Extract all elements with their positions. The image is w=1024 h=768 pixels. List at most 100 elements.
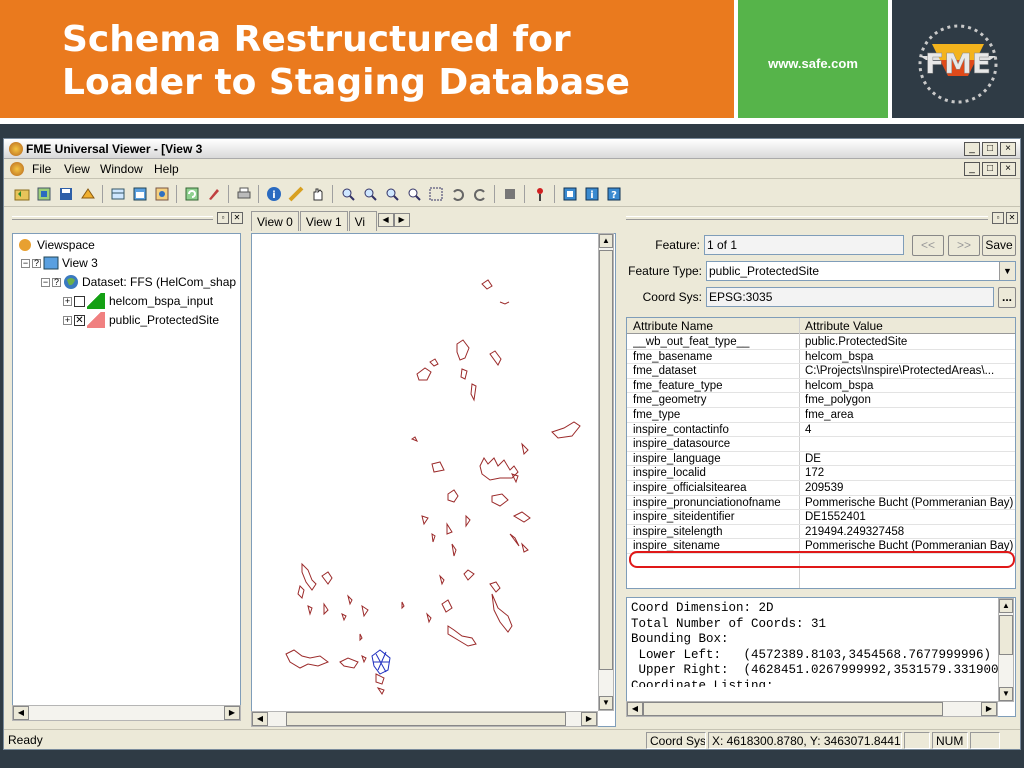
menu-file[interactable]: File [32, 162, 51, 176]
panel-grip[interactable] [626, 216, 988, 220]
column-header-name[interactable]: Attribute Name [633, 319, 713, 333]
map-canvas[interactable] [251, 233, 616, 727]
tab-scroll-right[interactable]: ▶ [393, 213, 410, 227]
zoom-box-icon[interactable] [382, 184, 402, 204]
measure-icon[interactable] [286, 184, 306, 204]
menu-app-icon[interactable] [10, 162, 24, 176]
doc-restore-button[interactable]: □ [982, 162, 998, 176]
maximize-button[interactable]: □ [982, 142, 998, 156]
menu-window[interactable]: Window [100, 162, 143, 176]
table-row[interactable]: fme_geometry fme_polygon [627, 393, 1015, 408]
tree-item-layer-protectedsite[interactable]: + ✕ public_ProtectedSite [63, 312, 219, 328]
redo-icon[interactable] [470, 184, 490, 204]
tab-view0[interactable]: View 0 [251, 211, 299, 231]
tree-item-viewspace[interactable]: Viewspace [17, 238, 95, 252]
tree-item-dataset[interactable]: − ? Dataset: FFS (HelCom_shap [41, 274, 236, 290]
table-row[interactable]: __wb_out_feat_type__ public.ProtectedSite [627, 335, 1015, 350]
column-header-value[interactable]: Attribute Value [805, 319, 883, 333]
scroll-up-arrow[interactable]: ▲ [999, 599, 1013, 613]
properties-icon[interactable] [152, 184, 172, 204]
table-row[interactable]: fme_basename helcom_bspa [627, 350, 1015, 365]
about-icon[interactable]: i [582, 184, 602, 204]
save-button[interactable]: Save [982, 235, 1016, 256]
refresh-icon[interactable] [182, 184, 202, 204]
brush-icon[interactable] [204, 184, 224, 204]
scroll-up-arrow[interactable]: ▲ [599, 234, 613, 248]
map-features[interactable] [252, 234, 597, 704]
tab-view1[interactable]: View 1 [299, 211, 348, 231]
panel-restore-button[interactable]: ▫ [217, 212, 229, 224]
layer-checkbox-checked[interactable]: ✕ [74, 314, 85, 326]
table-row[interactable]: inspire_siteidentifier DE1552401 [627, 510, 1015, 525]
tab-scroll-left[interactable]: ◀ [377, 213, 394, 227]
zoom-in-icon[interactable] [338, 184, 358, 204]
tree-item-layer-helcom[interactable]: + helcom_bspa_input [63, 293, 213, 309]
map-hscrollbar[interactable]: ◀ ▶ [251, 711, 598, 727]
zoom-extents-icon[interactable] [426, 184, 446, 204]
menu-view[interactable]: View [64, 162, 90, 176]
zoom-out-icon[interactable] [360, 184, 380, 204]
expand-icon[interactable]: + [63, 296, 72, 306]
scroll-down-arrow[interactable]: ▼ [599, 696, 613, 710]
panel-close-button[interactable]: ✕ [231, 212, 243, 224]
table-row[interactable]: inspire_localid 172 [627, 466, 1015, 481]
scroll-right-arrow[interactable]: ▶ [581, 712, 597, 726]
table-row[interactable]: fme_type fme_area [627, 408, 1015, 423]
close-button[interactable]: × [1000, 142, 1016, 156]
collapse-icon[interactable]: − [41, 277, 50, 287]
print-icon[interactable] [234, 184, 254, 204]
feature-type-select[interactable]: public_ProtectedSite ▼ [706, 261, 1016, 281]
scroll-left-arrow[interactable]: ◀ [13, 706, 29, 720]
table-icon[interactable] [108, 184, 128, 204]
checkbox-icon[interactable]: ? [32, 258, 41, 268]
scroll-left-arrow[interactable]: ◀ [252, 712, 268, 726]
scroll-right-arrow[interactable]: ▶ [224, 706, 240, 720]
export-icon[interactable] [78, 184, 98, 204]
scroll-right-arrow[interactable]: ▶ [981, 702, 997, 716]
collapse-icon[interactable]: − [21, 258, 30, 268]
tab-view3[interactable]: Vi [348, 211, 377, 231]
undo-icon[interactable] [448, 184, 468, 204]
settings-icon[interactable] [560, 184, 580, 204]
info-hscroll-thumb[interactable] [643, 702, 943, 716]
map-vscrollbar[interactable]: ▲ ▼ [598, 233, 614, 711]
pin-icon[interactable] [530, 184, 550, 204]
pan-hand-icon[interactable] [308, 184, 328, 204]
add-dataset-icon[interactable] [34, 184, 54, 204]
table-row[interactable]: inspire_datasource [627, 437, 1015, 452]
scroll-left-arrow[interactable]: ◀ [627, 702, 643, 716]
panel-grip[interactable] [12, 216, 213, 220]
map-hscroll-thumb[interactable] [286, 712, 566, 726]
table-row[interactable]: fme_dataset C:\Projects\Inspire\Protected… [627, 364, 1015, 379]
help-icon[interactable]: ? [604, 184, 624, 204]
info-hscrollbar[interactable]: ◀ ▶ [626, 701, 998, 717]
table-row[interactable]: inspire_pronunciationofname Pommerische B… [627, 496, 1015, 511]
zoom-select-icon[interactable] [404, 184, 424, 204]
info-vscroll-thumb[interactable] [999, 615, 1013, 655]
minimize-button[interactable]: _ [964, 142, 980, 156]
chevron-down-icon[interactable]: ▼ [999, 262, 1015, 280]
layers-icon[interactable] [130, 184, 150, 204]
menu-help[interactable]: Help [154, 162, 179, 176]
scroll-down-arrow[interactable]: ▼ [999, 687, 1013, 701]
layer-checkbox[interactable] [74, 295, 85, 307]
info-icon[interactable]: i [264, 184, 284, 204]
map-vscroll-thumb[interactable] [599, 250, 613, 670]
panel-close-button[interactable]: ✕ [1006, 212, 1018, 224]
next-feature-button[interactable]: >> [948, 235, 980, 256]
checkbox-icon[interactable]: ? [52, 277, 61, 287]
info-vscrollbar[interactable]: ▲ ▼ [998, 598, 1014, 702]
table-row[interactable]: inspire_officialsitearea 209539 [627, 481, 1015, 496]
tree-hscrollbar[interactable]: ◀ ▶ [12, 705, 241, 721]
save-icon[interactable] [56, 184, 76, 204]
tree-item-view3[interactable]: − ? View 3 [21, 256, 98, 270]
table-row[interactable]: inspire_language DE [627, 452, 1015, 467]
open-icon[interactable] [12, 184, 32, 204]
panel-restore-button[interactable]: ▫ [992, 212, 1004, 224]
expand-icon[interactable]: + [63, 315, 72, 325]
doc-minimize-button[interactable]: _ [964, 162, 980, 176]
coord-sys-browse-button[interactable]: ... [998, 287, 1016, 308]
doc-close-button[interactable]: × [1000, 162, 1016, 176]
table-row[interactable]: inspire_contactinfo 4 [627, 423, 1015, 438]
previous-feature-button[interactable]: << [912, 235, 944, 256]
